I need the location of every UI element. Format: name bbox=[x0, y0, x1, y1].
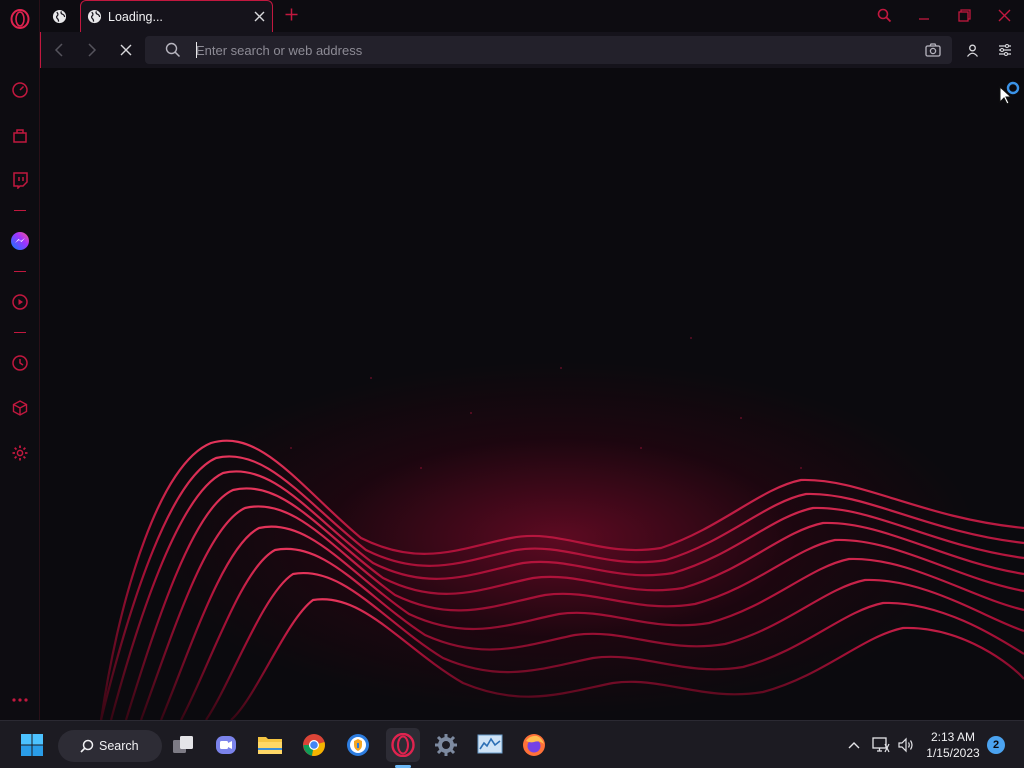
chevron-up-icon bbox=[848, 742, 860, 749]
messenger-icon[interactable] bbox=[10, 231, 30, 251]
address-bar[interactable] bbox=[145, 36, 952, 64]
extensions-cube-icon[interactable] bbox=[10, 398, 30, 418]
new-tab-button[interactable] bbox=[282, 5, 300, 23]
taskbar-search-label: Search bbox=[99, 739, 139, 753]
speaker-icon bbox=[898, 737, 913, 753]
restore-button[interactable] bbox=[951, 4, 977, 26]
close-tab-icon[interactable] bbox=[250, 8, 268, 26]
task-view-button[interactable] bbox=[166, 728, 200, 762]
clock-time: 2:13 AM bbox=[930, 730, 976, 744]
start-button[interactable] bbox=[15, 728, 49, 762]
restore-icon bbox=[957, 8, 971, 22]
clock-date: 1/15/2023 bbox=[926, 746, 980, 760]
stop-loading-button[interactable] bbox=[116, 40, 136, 60]
windows-logo-icon bbox=[21, 734, 43, 756]
account-button[interactable] bbox=[962, 40, 982, 60]
opera-taskbar-button[interactable] bbox=[386, 728, 420, 762]
player-icon[interactable] bbox=[10, 292, 30, 312]
search-icon bbox=[80, 739, 94, 753]
address-input[interactable] bbox=[196, 40, 896, 60]
settings-gear-icon[interactable] bbox=[10, 443, 30, 463]
firefox-button[interactable] bbox=[517, 728, 551, 762]
resource-monitor-button[interactable] bbox=[473, 728, 507, 762]
sparkle-particles bbox=[290, 337, 802, 469]
screen: Loading... Enter search or web address S… bbox=[0, 0, 1024, 768]
user-icon bbox=[966, 44, 978, 57]
page-content bbox=[41, 68, 1024, 720]
gear-icon bbox=[435, 734, 457, 756]
file-explorer-button[interactable] bbox=[253, 728, 287, 762]
settings-button[interactable] bbox=[429, 728, 463, 762]
more-options-icon[interactable] bbox=[10, 690, 30, 710]
chevron-left-icon bbox=[54, 43, 63, 57]
teams-chat-button[interactable] bbox=[209, 728, 243, 762]
vpn-shield-icon bbox=[347, 734, 369, 756]
close-window-button[interactable] bbox=[991, 4, 1017, 26]
globe-icon bbox=[87, 9, 102, 24]
loading-cursor-icon bbox=[999, 81, 1020, 105]
search-tabs-button[interactable] bbox=[871, 4, 897, 26]
firefox-icon bbox=[523, 734, 545, 756]
notification-badge[interactable]: 2 bbox=[987, 736, 1005, 754]
back-button[interactable] bbox=[49, 40, 69, 60]
opera-logo-icon[interactable] bbox=[10, 9, 30, 29]
tab-active[interactable]: Loading... bbox=[80, 0, 273, 32]
tab-title: Loading... bbox=[108, 9, 163, 24]
performance-chart-icon bbox=[477, 734, 503, 754]
task-view-icon bbox=[173, 736, 193, 753]
tab-pinned[interactable] bbox=[44, 3, 74, 29]
chrome-button[interactable] bbox=[297, 728, 331, 762]
taskbar-clock[interactable]: 2:13 AM 1/15/2023 bbox=[916, 729, 990, 761]
speed-dial-icon[interactable] bbox=[10, 80, 30, 100]
sidebar-divider bbox=[14, 210, 26, 211]
close-icon bbox=[120, 44, 132, 56]
sliders-icon bbox=[999, 44, 1011, 56]
volume-button[interactable] bbox=[896, 735, 916, 755]
twitch-icon[interactable] bbox=[10, 170, 30, 190]
easy-setup-button[interactable] bbox=[995, 40, 1015, 60]
teams-chat-icon bbox=[216, 736, 236, 754]
search-icon bbox=[877, 8, 891, 22]
minimize-icon bbox=[919, 18, 929, 20]
show-hidden-icons-button[interactable] bbox=[844, 735, 864, 755]
minimize-button[interactable] bbox=[911, 4, 937, 26]
globe-icon bbox=[52, 9, 66, 23]
forward-button[interactable] bbox=[82, 40, 102, 60]
camera-snapshot-icon[interactable] bbox=[925, 43, 941, 57]
history-icon[interactable] bbox=[10, 353, 30, 373]
plus-icon bbox=[285, 8, 297, 20]
taskbar-search[interactable]: Search bbox=[58, 730, 162, 762]
shopping-bag-icon[interactable] bbox=[10, 125, 30, 145]
chevron-right-icon bbox=[88, 43, 97, 57]
network-icon bbox=[872, 737, 890, 753]
opera-icon bbox=[391, 733, 415, 757]
chrome-icon bbox=[303, 734, 325, 756]
wallpaper-waves bbox=[99, 337, 1024, 720]
network-button[interactable] bbox=[871, 735, 891, 755]
sidebar-divider bbox=[14, 332, 26, 333]
sidebar-divider bbox=[14, 271, 26, 272]
close-icon bbox=[998, 9, 1010, 21]
folder-icon bbox=[258, 737, 282, 754]
bitwarden-button[interactable] bbox=[341, 728, 375, 762]
taskbar: Search 2:13 AM 1/15/2023 2 bbox=[0, 720, 1024, 768]
text-caret bbox=[196, 42, 197, 58]
search-icon bbox=[165, 42, 181, 58]
sidebar bbox=[0, 0, 40, 720]
